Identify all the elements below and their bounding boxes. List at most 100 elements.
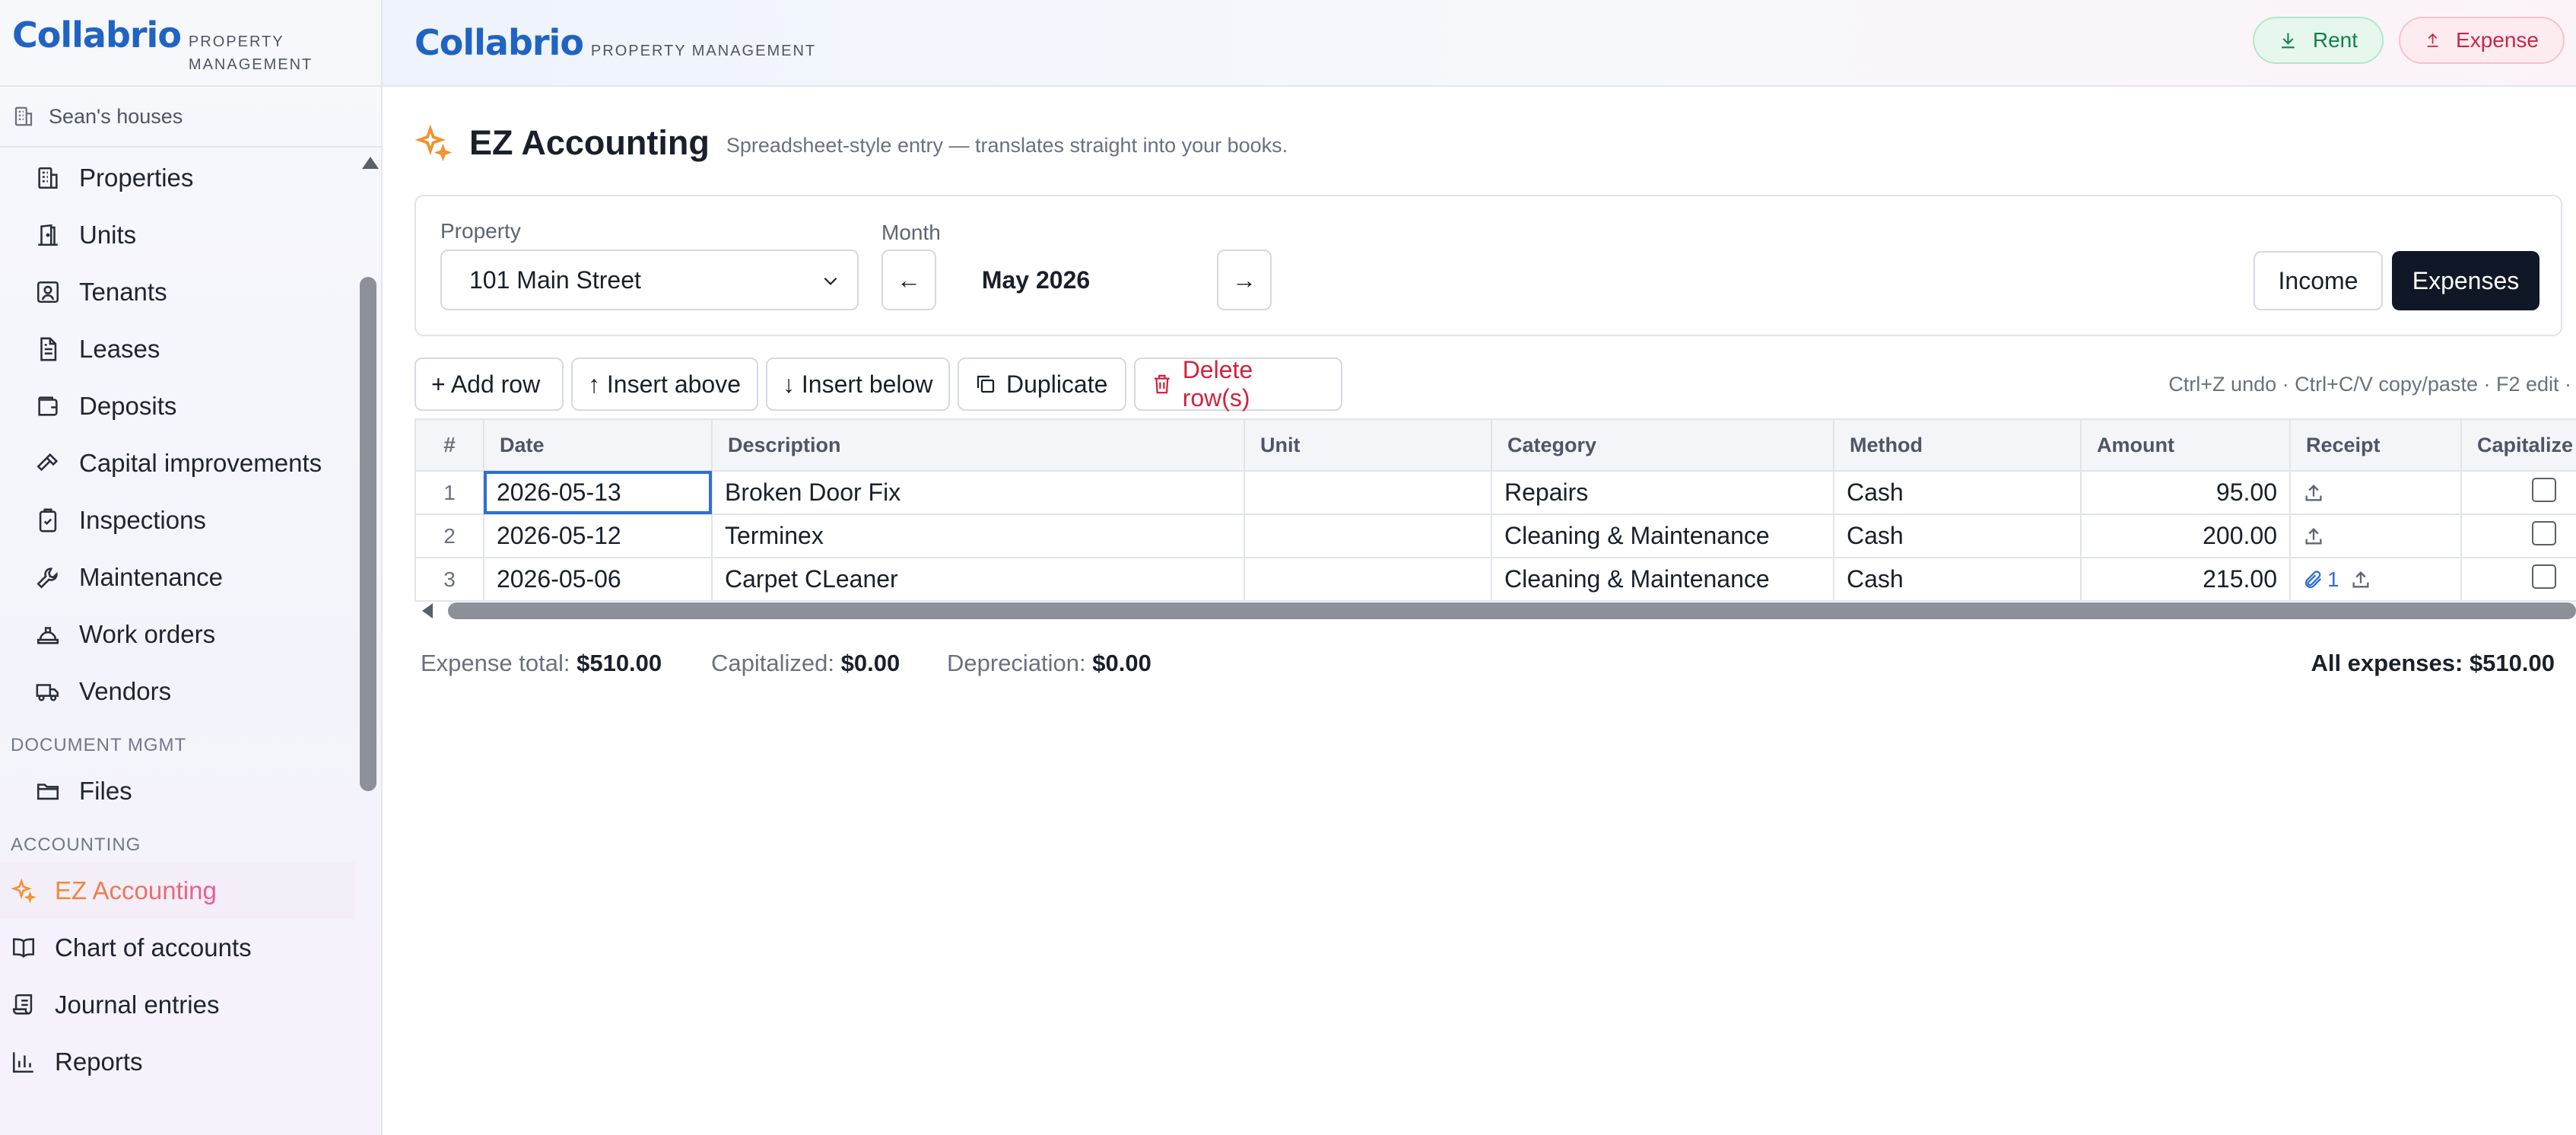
capitalized-label: Capitalized: (711, 650, 834, 676)
column-header-unit[interactable]: Unit (1244, 418, 1492, 472)
expenses-toggle[interactable]: Expenses (2392, 251, 2539, 310)
sidebar-item-label: Capital improvements (79, 448, 322, 477)
receipt-cell[interactable] (2289, 513, 2462, 558)
table-row[interactable]: 1 2026-05-13 Broken Door Fix Repairs Cas… (415, 470, 2576, 515)
amount-cell[interactable]: 200.00 (2080, 513, 2291, 558)
brand-tagline-line2: MANAGEMENT (188, 56, 313, 73)
sidebar-item-label: Chart of accounts (55, 933, 252, 962)
description-cell[interactable]: Broken Door Fix (711, 470, 1245, 515)
sidebar-item-label: Maintenance (79, 562, 223, 591)
org-switcher[interactable]: Sean's houses (0, 87, 381, 148)
column-header-method[interactable]: Method (1833, 418, 2082, 472)
trash-icon (1154, 374, 1170, 394)
topbar-brand[interactable]: Collabrio PROPERTY MANAGEMENT (415, 23, 816, 62)
unit-cell[interactable] (1244, 470, 1492, 515)
column-header-description[interactable]: Description (711, 418, 1245, 472)
capitalize-checkbox[interactable] (2532, 477, 2556, 502)
delete-rows-button[interactable]: Delete row(s) (1134, 356, 1342, 412)
next-month-button[interactable]: → (1217, 250, 1272, 310)
date-cell[interactable]: 2026-05-12 (483, 513, 713, 558)
add-expense-button[interactable]: Expense (2399, 17, 2565, 64)
method-cell[interactable]: Cash (1833, 513, 2082, 558)
upload-icon[interactable] (2303, 482, 2324, 504)
sidebar-item-units[interactable]: Units (0, 206, 355, 263)
brand-tagline: PROPERTY MANAGEMENT (189, 30, 313, 76)
add-rent-button[interactable]: Rent (2253, 17, 2384, 64)
method-cell[interactable]: Cash (1833, 470, 2082, 515)
sidebar-item-ez-accounting[interactable]: EZ Accounting (0, 862, 355, 919)
sidebar-item-journal-entries[interactable]: Journal entries (0, 976, 355, 1033)
capitalize-checkbox[interactable] (2532, 564, 2556, 589)
sparkles-icon (11, 877, 37, 903)
column-header-amount[interactable]: Amount (2080, 418, 2291, 472)
description-cell[interactable]: Terminex (711, 513, 1245, 558)
brand-logo: Collabrio (415, 22, 584, 63)
expense-total: Expense total: $510.00 (421, 650, 662, 677)
sidebar-item-capital-improvements[interactable]: Capital improvements (0, 434, 355, 491)
category-cell[interactable]: Repairs (1491, 470, 1834, 515)
capitalize-cell (2460, 470, 2576, 515)
sidebar-item-properties[interactable]: Properties (0, 149, 355, 206)
sidebar-item-vendors[interactable]: Vendors (0, 663, 355, 720)
sidebar-scrollbar-thumb[interactable] (360, 277, 376, 791)
description-cell[interactable]: Carpet CLeaner (711, 557, 1245, 602)
grid-scrollbar-thumb[interactable] (448, 602, 2576, 619)
prev-month-button[interactable]: ← (881, 250, 936, 310)
date-cell[interactable]: 2026-05-06 (483, 557, 713, 602)
duplicate-label: Duplicate (1006, 370, 1108, 398)
date-cell[interactable]: 2026-05-13 (483, 470, 713, 515)
sidebar-item-work-orders[interactable]: Work orders (0, 606, 355, 663)
table-row[interactable]: 2 2026-05-12 Terminex Cleaning & Mainten… (415, 513, 2576, 558)
row-number[interactable]: 1 (415, 470, 484, 515)
category-cell[interactable]: Cleaning & Maintenance (1491, 513, 1834, 558)
row-number[interactable]: 2 (415, 513, 484, 558)
unit-cell[interactable] (1244, 557, 1492, 602)
property-label: Property (440, 219, 521, 243)
contact-icon (37, 281, 59, 303)
unit-cell[interactable] (1244, 513, 1492, 558)
amount-cell[interactable]: 215.00 (2080, 557, 2291, 602)
upload-icon[interactable] (2350, 569, 2371, 590)
income-toggle[interactable]: Income (2254, 251, 2383, 310)
duplicate-button[interactable]: Duplicate (958, 358, 1126, 411)
sidebar-item-inspections[interactable]: Inspections (0, 491, 355, 548)
paperclip-icon (2304, 570, 2322, 588)
category-cell[interactable]: Cleaning & Maintenance (1491, 557, 1834, 602)
wrench-icon (37, 567, 58, 589)
sidebar-item-deposits[interactable]: Deposits (0, 377, 355, 434)
sidebar-scrollbar[interactable] (355, 149, 383, 1135)
property-select[interactable]: 101 Main Street (440, 250, 859, 310)
sidebar-item-chart-of-accounts[interactable]: Chart of accounts (0, 919, 355, 976)
amount-cell[interactable]: 95.00 (2080, 470, 2291, 515)
receipt-cell[interactable] (2289, 470, 2462, 515)
scroll-up-arrow-icon[interactable] (362, 157, 379, 169)
sidebar-item-reports[interactable]: Reports (0, 1033, 355, 1090)
capitalize-checkbox[interactable] (2532, 520, 2556, 545)
sidebar-item-tenants[interactable]: Tenants (0, 263, 355, 320)
column-header-date[interactable]: Date (483, 418, 713, 472)
brand-tagline: PROPERTY MANAGEMENT (590, 43, 817, 59)
bar-chart-icon (12, 1051, 33, 1073)
brand-logo[interactable]: Collabrio (12, 15, 182, 55)
insert-above-button[interactable]: ↑ Insert above (571, 358, 758, 411)
table-row[interactable]: 3 2026-05-06 Carpet CLeaner Cleaning & M… (415, 557, 2576, 602)
sidebar-item-leases[interactable]: Leases (0, 320, 355, 377)
receipt-cell[interactable]: 1 (2289, 557, 2462, 602)
scroll-left-arrow-icon[interactable] (422, 603, 433, 618)
grid-horizontal-scrollbar[interactable] (415, 599, 2576, 622)
wallet-icon (38, 396, 58, 416)
depreciation-label: Depreciation: (947, 650, 1086, 676)
insert-below-button[interactable]: ↓ Insert below (766, 358, 950, 411)
column-header-receipt[interactable]: Receipt (2289, 418, 2462, 472)
column-header-capitalize[interactable]: Capitalize (2460, 418, 2576, 472)
row-number[interactable]: 3 (415, 557, 484, 602)
sidebar-item-label: Leases (79, 334, 160, 363)
sidebar-item-maintenance[interactable]: Maintenance (0, 548, 355, 606)
method-cell[interactable]: Cash (1833, 557, 2082, 602)
sidebar-item-label: Tenants (79, 277, 167, 306)
column-header-category[interactable]: Category (1491, 418, 1834, 472)
sidebar-item-files[interactable]: Files (0, 762, 355, 819)
receipt-attachments[interactable]: 1 (2303, 568, 2339, 592)
add-row-button[interactable]: + Add row (415, 358, 564, 411)
upload-icon[interactable] (2303, 526, 2324, 547)
